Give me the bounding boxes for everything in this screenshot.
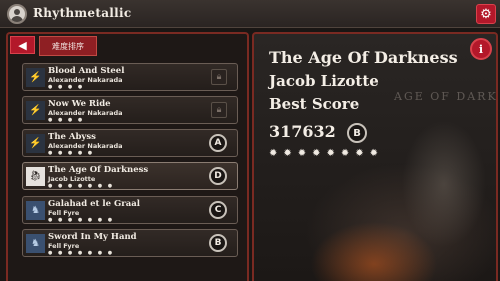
difficulty-stars: ● ● ● ●	[48, 117, 85, 123]
song-name: Galahad et le Graal	[48, 199, 140, 209]
song-item-selected[interactable]: 🐉︎ The Age Of Darkness Jacob Lizotte ● ●…	[22, 162, 238, 190]
avatar[interactable]	[7, 4, 27, 24]
song-artist: Fell Fyre	[48, 242, 80, 250]
difficulty-stars: ● ● ● ● ● ● ●	[48, 217, 115, 223]
song-name: Sword In My Hand	[48, 232, 137, 242]
sort-difficulty-button[interactable]: 难度排序	[39, 36, 97, 56]
bolt-icon: ⚡	[26, 134, 45, 153]
gear-icon: ⚙	[480, 6, 492, 22]
detail-grade-badge: B	[347, 123, 367, 143]
song-name: The Abyss	[48, 132, 96, 142]
grade-badge: A	[209, 134, 227, 152]
difficulty-stars: ● ● ● ● ● ● ●	[48, 250, 115, 256]
difficulty-stars: ● ● ● ● ● ● ●	[48, 183, 115, 189]
song-name: The Age Of Darkness	[48, 165, 149, 175]
best-score-label: Best Score	[269, 95, 360, 113]
song-artist: Jacob Lizotte	[48, 175, 96, 183]
difficulty-stars: ● ● ● ● ●	[48, 150, 95, 156]
detail-difficulty-stars: ✹✹✹✹✹✹✹✹	[269, 148, 385, 159]
song-artist: Alexander Nakarada	[48, 109, 123, 117]
back-button[interactable]: ◀	[10, 36, 35, 54]
info-icon: i	[478, 42, 484, 56]
settings-button[interactable]: ⚙	[476, 4, 496, 24]
bolt-icon: ⚡	[26, 68, 45, 87]
dragon-icon: 🐉︎	[26, 167, 45, 186]
song-artist: Alexander Nakarada	[48, 76, 123, 84]
song-name: Blood And Steel	[48, 66, 125, 76]
grade-badge: C	[209, 201, 227, 219]
title-bar: Rhythmetallic ⚙	[0, 0, 500, 28]
song-item[interactable]: ♞ Galahad et le Graal Fell Fyre ● ● ● ● …	[22, 196, 238, 224]
detail-artist: Jacob Lizotte	[269, 72, 379, 90]
song-artist: Fell Fyre	[48, 209, 80, 217]
best-score-value: 317632	[269, 122, 336, 141]
grade-badge: B	[209, 234, 227, 252]
user-icon	[14, 9, 20, 15]
bolt-icon: ⚡	[26, 101, 45, 120]
knight-icon: ♞	[26, 234, 45, 253]
grade-badge: D	[209, 167, 227, 185]
detail-song-title: The Age Of Darkness	[269, 48, 458, 67]
song-item[interactable]: ⚡ The Abyss Alexander Nakarada ● ● ● ● ●…	[22, 129, 238, 157]
song-detail-panel: AGE OF DARKN i The Age Of Darkness Jacob…	[252, 32, 498, 281]
knight-icon: ♞	[26, 201, 45, 220]
album-art-text: AGE OF DARKN	[394, 90, 498, 103]
song-name: Now We Ride	[48, 99, 111, 109]
song-artist: Alexander Nakarada	[48, 142, 123, 150]
lock-icon: 🔒︎	[211, 102, 227, 118]
difficulty-stars: ● ● ● ●	[48, 84, 85, 90]
info-button[interactable]: i	[470, 38, 492, 60]
app-title: Rhythmetallic	[33, 6, 132, 20]
song-item[interactable]: ⚡ Now We Ride Alexander Nakarada ● ● ● ●…	[22, 96, 238, 124]
back-arrow-icon: ◀	[18, 38, 27, 52]
lock-icon: 🔒︎	[211, 69, 227, 85]
song-item[interactable]: ⚡ Blood And Steel Alexander Nakarada ● ●…	[22, 63, 238, 91]
song-item[interactable]: ♞ Sword In My Hand Fell Fyre ● ● ● ● ● ●…	[22, 229, 238, 257]
